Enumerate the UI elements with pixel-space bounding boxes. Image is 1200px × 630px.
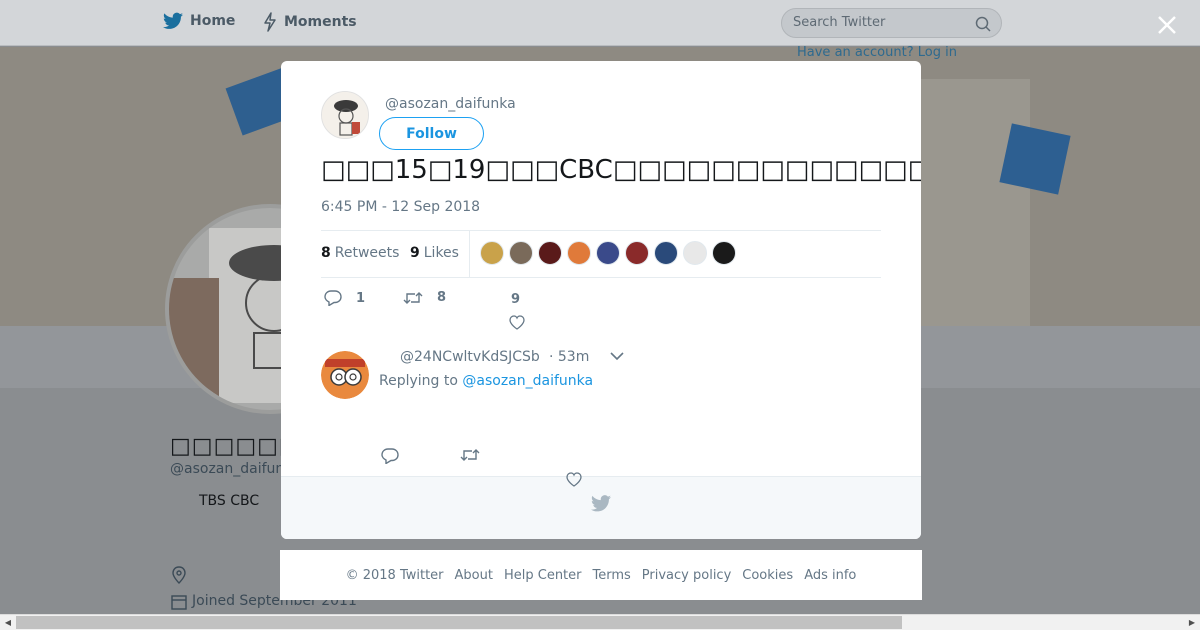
likes-label: Likes	[423, 245, 459, 261]
reply-action[interactable]: 1	[324, 290, 365, 306]
tweet-actions: 1 8 9	[321, 285, 881, 345]
like-count: 9	[511, 292, 521, 307]
liker-avatar[interactable]	[538, 241, 562, 265]
reply-author-avatar[interactable]	[321, 351, 369, 399]
author-avatar-image	[322, 92, 368, 138]
footer-link-about[interactable]: About	[455, 568, 493, 583]
retweet-action[interactable]: 8	[403, 290, 446, 305]
retweet-icon[interactable]	[460, 448, 480, 462]
liker-avatar[interactable]	[683, 241, 707, 265]
scroll-right-arrow-icon[interactable]: ▶	[1184, 615, 1200, 630]
profile-bio: TBS CBC	[199, 493, 260, 509]
reply-icon[interactable]	[381, 448, 399, 464]
tweet-author-avatar[interactable]	[321, 91, 369, 139]
twitter-bird-icon	[163, 12, 183, 29]
retweet-count: 8	[437, 290, 447, 305]
nav-moments-label: Moments	[284, 14, 357, 30]
follow-button[interactable]: Follow	[379, 117, 484, 150]
stats-divider	[469, 231, 470, 278]
reply-author-handle[interactable]: @24NCwltvKdSJCSb	[400, 349, 540, 365]
reply-count: 1	[356, 290, 366, 306]
replying-prefix: Replying to	[379, 373, 458, 389]
liker-avatars	[480, 241, 736, 265]
login-link[interactable]: Have an account? Log in	[797, 45, 957, 60]
search-box	[781, 8, 1002, 38]
tweet-stats: 8 Retweets 9 Likes	[321, 230, 881, 278]
footer-link-cookies[interactable]: Cookies	[742, 568, 793, 583]
footer-link-ads-info[interactable]: Ads info	[804, 568, 856, 583]
location-icon	[172, 566, 186, 584]
reply-avatar-image	[321, 351, 369, 399]
scroll-left-arrow-icon[interactable]: ◀	[0, 615, 16, 630]
footer-copyright: © 2018 Twitter	[345, 567, 444, 583]
nav-home-label: Home	[190, 13, 236, 29]
modal-footer	[281, 476, 921, 539]
page-footer: © 2018 Twitter About Help Center Terms P…	[280, 550, 922, 600]
liker-avatar[interactable]	[625, 241, 649, 265]
calendar-icon	[171, 595, 187, 610]
replying-to-link[interactable]: @asozan_daifunka	[462, 373, 593, 389]
footer-link-privacy[interactable]: Privacy policy	[642, 568, 731, 583]
tweet-author-handle[interactable]: @asozan_daifunka	[385, 96, 516, 112]
close-icon	[1158, 16, 1176, 34]
liker-avatar[interactable]	[480, 241, 504, 265]
reply-icon	[324, 290, 342, 306]
search-input[interactable]	[793, 15, 968, 30]
liker-avatar[interactable]	[596, 241, 620, 265]
heart-icon[interactable]	[509, 315, 525, 330]
liker-avatar[interactable]	[654, 241, 678, 265]
horizontal-scrollbar[interactable]: ◀ ▶	[0, 614, 1200, 630]
likes-stat[interactable]: 9 Likes	[410, 245, 459, 261]
replying-to-line: Replying to @asozan_daifunka	[379, 373, 593, 389]
footer-link-help-center[interactable]: Help Center	[504, 568, 582, 583]
scrollbar-thumb[interactable]	[16, 616, 902, 629]
tweet-text: □□□15□19□□□CBC□□□□□□□□□□□□□□□□□□□□□□□□□□…	[321, 155, 921, 185]
banner-clip-shape	[999, 123, 1071, 195]
reply-time[interactable]: · 53m	[549, 349, 589, 365]
tweet-modal: @asozan_daifunka Follow □□□15□19□□□CBC□□…	[281, 61, 921, 539]
twitter-bird-icon	[591, 495, 611, 512]
search-icon[interactable]	[975, 16, 991, 32]
chevron-down-icon[interactable]	[610, 351, 624, 361]
liker-avatar[interactable]	[712, 241, 736, 265]
nav-moments[interactable]: Moments	[263, 12, 357, 32]
liker-avatar[interactable]	[567, 241, 591, 265]
retweets-label: Retweets	[334, 245, 400, 261]
close-modal-button[interactable]	[1152, 10, 1182, 40]
footer-link-terms[interactable]: Terms	[593, 568, 631, 583]
nav-home[interactable]: Home	[163, 12, 235, 30]
retweet-icon	[403, 291, 423, 304]
tweet-timestamp[interactable]: 6:45 PM - 12 Sep 2018	[321, 199, 480, 215]
retweets-stat[interactable]: 8 Retweets	[321, 245, 399, 261]
retweets-count: 8	[321, 245, 331, 261]
likes-count: 9	[410, 245, 420, 261]
heart-icon[interactable]	[566, 472, 582, 487]
liker-avatar[interactable]	[509, 241, 533, 265]
lightning-icon	[264, 12, 276, 32]
top-navigation-bar: Home Moments	[0, 0, 1200, 46]
